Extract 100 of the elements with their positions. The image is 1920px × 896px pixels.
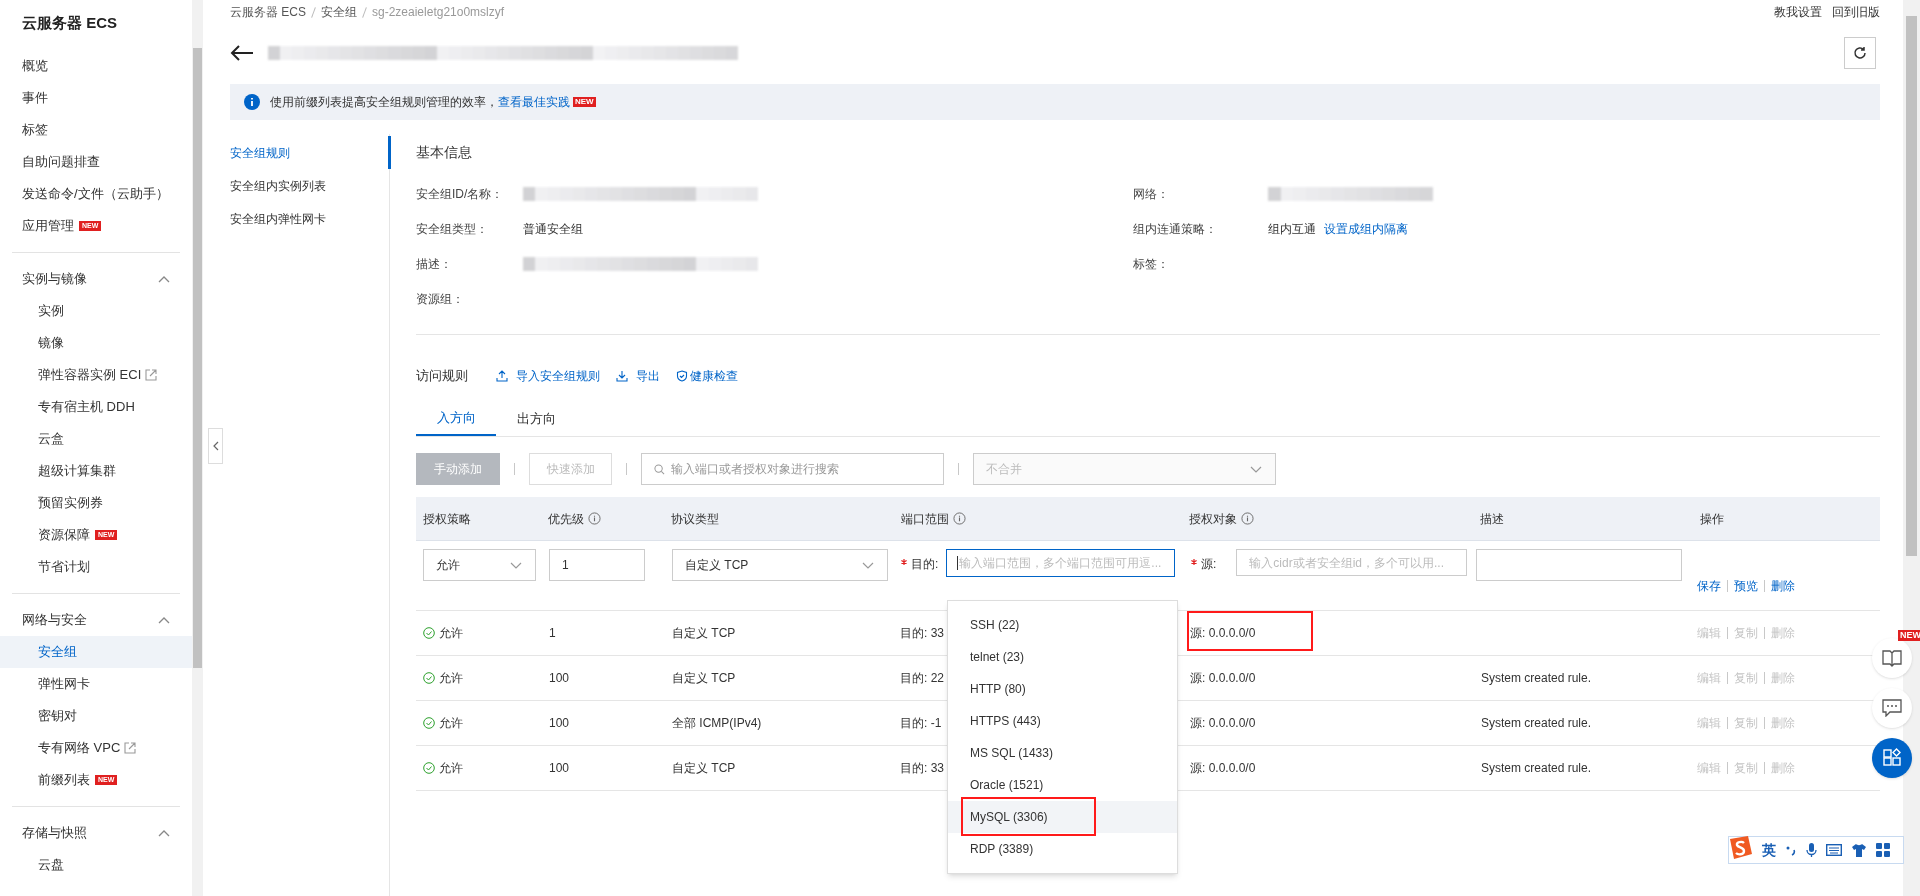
dropdown-option[interactable]: RDP (3389) [948, 833, 1177, 865]
sidebar-item[interactable]: 云盒 [0, 423, 192, 455]
field-value: 普通安全组 [523, 220, 583, 238]
back-arrow-icon[interactable] [230, 44, 254, 62]
banner-text: 使用前缀列表提高安全组规则管理的效率， [270, 94, 498, 111]
dropdown-option[interactable]: telnet (23) [948, 641, 1177, 673]
subnav-item[interactable]: 安全组内弹性网卡 [230, 202, 389, 235]
sidebar-group-title[interactable]: 网络与安全 [22, 610, 87, 630]
row-action-link[interactable]: 预览 [1734, 576, 1758, 595]
sidebar-group-title[interactable]: 存储与快照 [22, 823, 87, 843]
dropdown-option[interactable]: HTTP (80) [948, 673, 1177, 705]
ime-mode[interactable]: 英 [1762, 839, 1776, 861]
action-link[interactable]: 导入安全组规则 [516, 367, 600, 385]
table-cell: 目的: 33 [900, 761, 944, 775]
field-label: 安全组类型： [416, 220, 489, 238]
sidebar-item[interactable]: 专有网络 VPC [0, 732, 192, 764]
sidebar-item[interactable]: 密钥对 [0, 700, 192, 732]
sidebar-group-title[interactable]: 实例与镜像 [22, 269, 87, 289]
dropdown-option[interactable]: HTTPS (443) [948, 705, 1177, 737]
sidebar-item[interactable]: 安全组 [0, 636, 192, 668]
float-button[interactable] [1872, 688, 1912, 728]
chevron-left-icon [211, 441, 220, 451]
grid-icon[interactable] [1876, 843, 1890, 857]
sidebar-item[interactable]: 镜像 [0, 327, 192, 359]
download-icon [616, 370, 628, 382]
table-cell: 自定义 TCP [672, 626, 736, 640]
table-cell: 自定义 TCP [672, 671, 736, 685]
column-header: 授权策略 [423, 510, 471, 528]
ime-logo-icon[interactable] [1727, 835, 1753, 861]
field-link[interactable]: 设置成组内隔离 [1324, 219, 1408, 238]
breadcrumb-item[interactable]: 云服务器 ECS [230, 3, 306, 21]
action-link[interactable]: 导出 [636, 367, 660, 385]
sidebar-title: 云服务器 ECS [21, 13, 118, 33]
placeholder-text: 输入cidr或者安全组id，多个可以用... [1249, 554, 1445, 572]
select-field[interactable]: 允许 [423, 549, 536, 581]
tab[interactable]: 入方向 [416, 401, 496, 436]
banner-link[interactable]: 查看最佳实践 [498, 93, 570, 111]
shield-check-icon [676, 370, 688, 382]
table-cell-text: 允许 [439, 715, 463, 732]
table-cell: 100 [549, 761, 570, 775]
field-label: 标签： [1133, 255, 1170, 273]
scrollbar[interactable] [192, 0, 203, 896]
column-header: 描述 [1480, 510, 1504, 528]
float-button[interactable] [1872, 738, 1912, 778]
source-label: 源: [1201, 556, 1217, 573]
field-label: 安全组ID/名称： [416, 185, 505, 203]
table-cell-text: 允许 [439, 760, 463, 777]
top-link[interactable]: 教我设置 [1774, 3, 1822, 21]
required-icon [1191, 559, 1197, 565]
sidebar-item[interactable]: 概览 [0, 50, 192, 82]
sidebar-item[interactable]: 超级计算集群 [0, 455, 192, 487]
description-input[interactable] [1476, 549, 1682, 581]
row-action-link[interactable]: 删除 [1771, 576, 1795, 595]
table-cell: 目的: -1 [900, 716, 942, 730]
upload-icon [496, 370, 508, 382]
sidebar-item[interactable]: 专有宿主机 DDH [0, 391, 192, 423]
microphone-icon[interactable] [1806, 842, 1817, 858]
dropdown-option[interactable]: Oracle (1521) [948, 769, 1177, 801]
sidebar-item[interactable]: 节省计划 [0, 551, 192, 583]
sidebar-item[interactable]: 实例 [0, 295, 192, 327]
placeholder-text: 输入端口范围，多个端口范围可用逗... [959, 555, 1162, 572]
action-link[interactable]: 健康检查 [690, 367, 738, 385]
row-action-link[interactable]: 保存 [1697, 576, 1721, 595]
placeholder-text: 输入端口或者授权对象进行搜索 [671, 461, 839, 478]
select-field[interactable]: 自定义 TCP [672, 549, 888, 581]
shirt-icon[interactable] [1851, 842, 1867, 858]
table-cell: 1 [549, 626, 556, 640]
column-header: 优先级 [548, 510, 584, 528]
check-circle-icon [423, 717, 435, 729]
refresh-icon [1853, 46, 1867, 60]
subnav-item[interactable]: 安全组规则 [230, 136, 391, 169]
sidebar-item[interactable]: 标签 [0, 114, 192, 146]
sidebar-item[interactable]: 发送命令/文件（云助手） [0, 178, 192, 210]
sidebar-item[interactable]: 云盘 [0, 849, 192, 881]
column-header: 授权对象 [1189, 510, 1237, 528]
sidebar-item[interactable]: 自助问题排查 [0, 146, 192, 178]
dropdown-option[interactable]: SSH (22) [948, 609, 1177, 641]
tab[interactable]: 出方向 [496, 401, 576, 436]
top-link[interactable]: 回到旧版 [1832, 3, 1880, 21]
breadcrumb-item[interactable]: 安全组 [321, 3, 357, 21]
keyboard-icon[interactable] [1826, 844, 1842, 856]
float-button[interactable] [1872, 638, 1912, 678]
port-label: 目的: [911, 556, 939, 573]
table-cell: 100 [549, 671, 570, 685]
check-circle-icon [423, 762, 435, 774]
field-label: 组内连通策略： [1133, 220, 1218, 238]
sidebar-item[interactable]: 弹性网卡 [0, 668, 192, 700]
table-cell: System created rule. [1481, 761, 1592, 775]
dropdown-option[interactable]: MS SQL (1433) [948, 737, 1177, 769]
sidebar-item[interactable]: 弹性容器实例 ECI [0, 359, 192, 391]
table-cell: 全部 ICMP(IPv4) [672, 716, 762, 730]
section-title: 访问规则 [416, 367, 468, 386]
sidebar-item[interactable]: 事件 [0, 82, 192, 114]
subnav-item[interactable]: 安全组内实例列表 [230, 169, 389, 202]
search-icon [654, 463, 665, 475]
table-cell-text: 允许 [439, 625, 463, 642]
refresh-button[interactable] [1844, 37, 1876, 69]
table-cell: 源: 0.0.0.0/0 [1190, 761, 1256, 775]
sidebar-item[interactable]: 预留实例券 [0, 487, 192, 519]
priority-input[interactable]: 1 [549, 549, 645, 581]
